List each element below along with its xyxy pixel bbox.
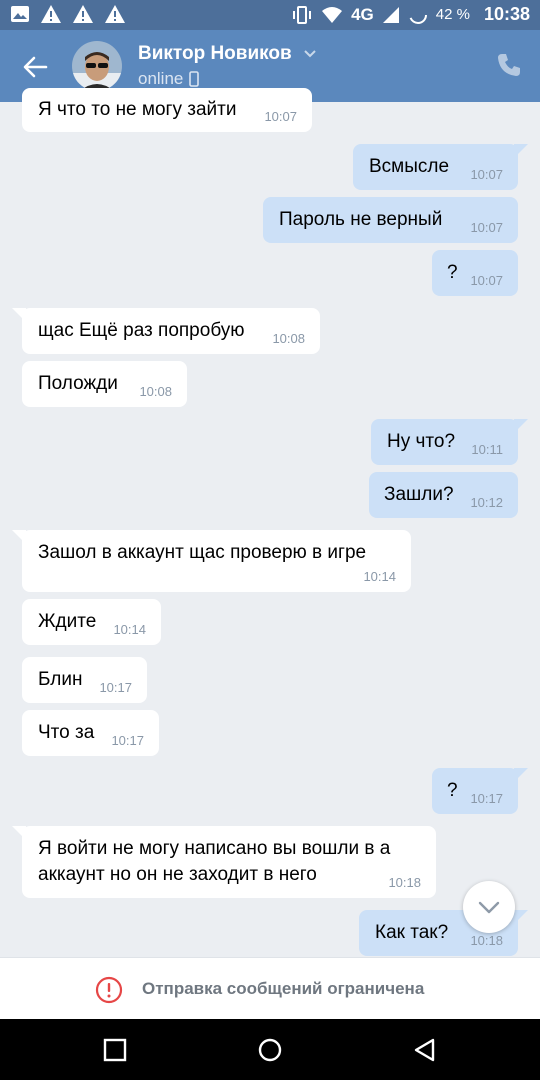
restriction-text: Отправка сообщений ограничена	[142, 979, 425, 998]
message-text: Ждите	[38, 611, 97, 632]
recent-apps-icon[interactable]	[102, 1037, 128, 1063]
warning-icon	[105, 5, 125, 23]
battery-icon	[408, 5, 427, 24]
message-time: 10:17	[99, 680, 132, 695]
message-time: 10:14	[113, 622, 146, 637]
chevron-down-icon	[478, 901, 500, 914]
message-text: щас Ещё раз попробую	[38, 320, 245, 341]
message-text: Блин	[38, 669, 83, 690]
signal-icon	[382, 6, 399, 23]
message-time: 10:12	[470, 495, 503, 510]
message-text: ?	[447, 780, 458, 801]
message-time: 10:07	[470, 167, 503, 182]
wifi-icon	[322, 6, 343, 23]
message-time: 10:18	[388, 875, 421, 890]
phone-call-icon[interactable]	[496, 52, 522, 78]
status-bar: 4G 42 % 10:38	[0, 0, 540, 30]
message-text: Пароль не верный	[279, 209, 443, 230]
contact-name[interactable]: Виктор Новиков	[138, 43, 292, 65]
message-out[interactable]: Пароль не верный 10:07	[263, 197, 518, 243]
scroll-to-bottom-button[interactable]	[463, 881, 515, 933]
avatar-photo	[72, 41, 122, 91]
message-text: Зашли?	[384, 484, 454, 505]
message-time: 10:17	[470, 791, 503, 806]
message-time: 10:18	[470, 933, 503, 948]
clock: 10:38	[483, 4, 530, 24]
image-icon	[11, 6, 29, 22]
message-time: 10:14	[363, 569, 396, 584]
message-out[interactable]: ? 10:07	[432, 250, 518, 296]
message-out[interactable]: Ну что? 10:11	[371, 419, 528, 465]
back-icon[interactable]	[412, 1037, 438, 1063]
message-in[interactable]: Положди 10:08	[22, 361, 187, 407]
online-status: online	[138, 69, 184, 88]
message-out[interactable]: ? 10:17	[432, 768, 528, 814]
warning-icon	[41, 5, 61, 23]
message-time: 10:07	[470, 220, 503, 235]
message-in[interactable]: щас Ещё раз попробую 10:08	[12, 308, 320, 354]
message-in[interactable]: Что за 10:17	[22, 710, 159, 756]
message-in[interactable]: Я что то не могу зайти 10:07	[22, 88, 312, 132]
message-in[interactable]: Зашол в аккаунт щас проверю в игре 10:14	[12, 530, 411, 592]
warning-icon	[73, 5, 93, 23]
message-time: 10:07	[470, 273, 503, 288]
message-text: Ну что?	[387, 431, 456, 452]
message-in[interactable]: Ждите 10:14	[22, 599, 161, 645]
restriction-banner: Отправка сообщений ограничена	[0, 957, 540, 1019]
battery-percent: 42 %	[435, 6, 470, 23]
message-text: ?	[447, 262, 458, 283]
message-time: 10:07	[264, 109, 297, 124]
message-out[interactable]: Зашли? 10:12	[369, 472, 518, 518]
vibrate-icon	[293, 5, 312, 24]
message-text: Я войти не могу написано вы вошли в а ак…	[38, 838, 391, 885]
message-text: Положди	[38, 373, 118, 394]
message-out[interactable]: Всмысле 10:07	[353, 144, 528, 190]
message-time: 10:11	[471, 442, 503, 457]
message-text: Что за	[38, 722, 95, 743]
message-text: Я что то не могу зайти	[38, 99, 237, 120]
message-in[interactable]: Я войти не могу написано вы вошли в а ак…	[12, 826, 436, 898]
message-time: 10:08	[272, 331, 305, 346]
chevron-down-icon[interactable]	[302, 46, 318, 62]
presence-status: online	[138, 69, 200, 89]
message-text: Зашол в аккаунт щас проверю в игре	[38, 542, 367, 563]
network-type: 4G	[351, 4, 374, 24]
message-time: 10:08	[139, 384, 172, 399]
system-nav-bar	[0, 1019, 540, 1080]
message-text: Всмысле	[369, 156, 450, 177]
notification-icons	[10, 4, 126, 24]
message-text: Как так?	[375, 922, 449, 943]
message-in[interactable]: Блин 10:17	[22, 657, 147, 703]
mobile-icon	[189, 71, 200, 87]
message-time: 10:17	[111, 733, 144, 748]
home-icon[interactable]	[257, 1037, 283, 1063]
back-arrow-icon[interactable]	[20, 52, 50, 82]
avatar[interactable]	[72, 41, 122, 91]
alert-circle-icon	[95, 976, 123, 1004]
